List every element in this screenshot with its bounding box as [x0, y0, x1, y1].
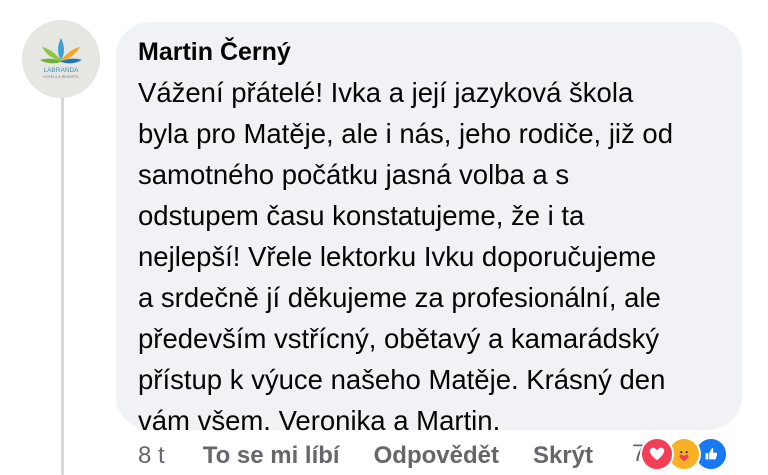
comment-actions: 8 t To se mi líbí Odpovědět Skrýt	[138, 440, 627, 472]
avatar-subtext: HOTELS & RESORTS	[43, 75, 79, 79]
thread-line	[61, 96, 64, 475]
comment-author[interactable]: Martin Černý	[138, 38, 291, 67]
comment-timestamp[interactable]: 8 t	[138, 442, 165, 470]
avatar[interactable]: LABRANDA HOTELS & RESORTS	[22, 20, 100, 98]
comment-bubble: Martin Černý Vážení přátelé! Ivka a její…	[116, 22, 742, 436]
hide-button[interactable]: Skrýt	[533, 442, 593, 470]
love-icon	[640, 437, 675, 471]
comment-text: Vážení přátelé! Ivka a její jazyková ško…	[138, 77, 674, 436]
labranda-logo-icon: LABRANDA HOTELS & RESORTS	[22, 20, 100, 98]
avatar-text: LABRANDA	[43, 67, 79, 74]
reactions-summary[interactable]: 7	[632, 436, 729, 472]
like-button[interactable]: To se mi líbí	[203, 442, 340, 470]
reply-button[interactable]: Odpovědět	[374, 442, 499, 470]
